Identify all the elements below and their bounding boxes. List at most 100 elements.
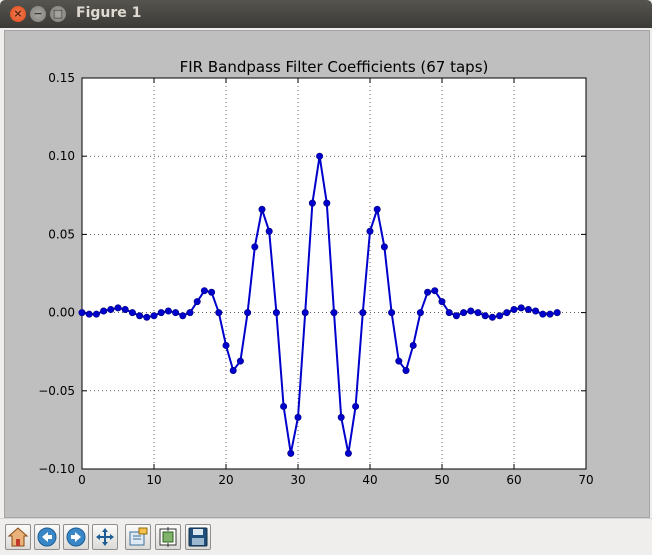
data-point: [208, 288, 216, 296]
data-point: [352, 402, 360, 410]
data-point: [301, 309, 309, 317]
data-point: [373, 205, 381, 213]
forward-button[interactable]: [63, 524, 89, 550]
subplots-button[interactable]: [155, 524, 181, 550]
move-icon: [96, 528, 114, 546]
data-point: [366, 227, 374, 235]
data-point: [179, 312, 187, 320]
floppy-icon: [188, 527, 208, 547]
data-point: [316, 152, 324, 160]
data-point: [107, 305, 115, 313]
data-point: [215, 309, 223, 317]
x-tick-label: 10: [146, 473, 161, 487]
data-point: [337, 413, 345, 421]
pan-button[interactable]: [92, 524, 118, 550]
data-point: [445, 309, 453, 317]
x-tick-label: 70: [578, 473, 593, 487]
data-point: [92, 310, 100, 318]
data-point: [258, 205, 266, 213]
y-tick-label: 0.00: [48, 306, 75, 320]
data-point: [474, 309, 482, 317]
data-point: [308, 199, 316, 207]
data-point: [431, 287, 439, 295]
data-point: [280, 402, 288, 410]
data-point: [272, 309, 280, 317]
data-point: [78, 309, 86, 317]
data-point: [193, 298, 201, 306]
data-point: [546, 310, 554, 318]
data-point: [402, 366, 410, 374]
data-point: [388, 309, 396, 317]
data-point: [114, 304, 122, 312]
save-button[interactable]: [185, 524, 211, 550]
home-button[interactable]: [5, 524, 31, 550]
data-point: [229, 366, 237, 374]
x-tick-label: 0: [78, 473, 86, 487]
data-point: [452, 312, 460, 320]
data-point: [503, 309, 511, 317]
data-point: [553, 309, 561, 317]
data-point: [524, 305, 532, 313]
chart: 0 10 20 30 40 50 60 70 −0.10 −0.05 0.00 0.05 0.10 0.1…: [38, 58, 593, 487]
data-point: [136, 312, 144, 320]
data-point: [186, 309, 194, 317]
data-point: [172, 309, 180, 317]
data-point: [488, 313, 496, 321]
data-point: [143, 313, 151, 321]
data-point: [200, 287, 208, 295]
x-tick-label: 60: [506, 473, 521, 487]
x-tick-label: 30: [290, 473, 305, 487]
figure-window: × − □ Figure 1 0 10 20 30 40 50 60 70 −0.10 −0.05…: [0, 0, 652, 555]
data-point: [496, 312, 504, 320]
y-tick-label: 0.05: [48, 227, 75, 241]
zoom-button[interactable]: [125, 524, 151, 550]
data-point: [539, 310, 547, 318]
data-point: [395, 357, 403, 365]
data-point: [510, 305, 518, 313]
data-point: [409, 341, 417, 349]
data-point: [330, 309, 338, 317]
data-point: [265, 227, 273, 235]
data-point: [424, 288, 432, 296]
chart-title: FIR Bandpass Filter Coefficients (67 tap…: [180, 58, 489, 76]
data-point: [460, 309, 468, 317]
data-point: [294, 413, 302, 421]
data-point: [236, 357, 244, 365]
home-icon: [7, 527, 29, 547]
arrow-right-icon: [66, 527, 86, 547]
data-point: [344, 449, 352, 457]
plot-area: [81, 77, 587, 470]
subplots-icon: [159, 527, 177, 547]
data-point: [380, 243, 388, 251]
data-point: [416, 309, 424, 317]
y-tick-label: −0.10: [38, 462, 75, 476]
y-tick-label: 0.10: [48, 149, 75, 163]
data-point: [121, 305, 129, 313]
arrow-left-icon: [37, 527, 57, 547]
back-button[interactable]: [34, 524, 60, 550]
data-point: [244, 309, 252, 317]
data-point: [467, 307, 475, 315]
y-tick-label: −0.05: [38, 384, 75, 398]
data-point: [481, 312, 489, 320]
data-point: [85, 310, 93, 318]
data-point: [438, 298, 446, 306]
data-point: [128, 309, 136, 317]
zoom-rect-icon: [129, 527, 148, 546]
data-point: [251, 243, 259, 251]
data-point: [222, 341, 230, 349]
data-point: [287, 449, 295, 457]
data-point: [532, 307, 540, 315]
x-tick-label: 40: [362, 473, 377, 487]
toolbar: [0, 518, 652, 555]
data-point: [359, 309, 367, 317]
data-point: [150, 312, 158, 320]
x-tick-label: 20: [218, 473, 233, 487]
x-tick-label: 50: [434, 473, 449, 487]
data-point: [323, 199, 331, 207]
data-point: [517, 304, 525, 312]
data-point: [164, 307, 172, 315]
data-point: [100, 307, 108, 315]
y-tick-label: 0.15: [48, 71, 75, 85]
data-point: [157, 309, 165, 317]
